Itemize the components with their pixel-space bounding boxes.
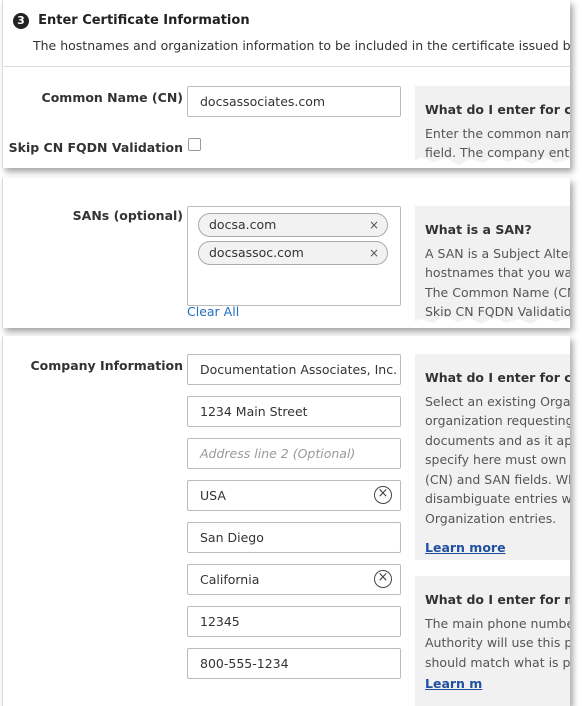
state-value: California xyxy=(200,572,260,587)
torn-edge xyxy=(3,316,570,328)
phone-help: What do I enter for mai The main phone n… xyxy=(415,576,570,706)
remove-san-icon[interactable]: × xyxy=(369,214,379,236)
certificate-info-panel: 3 Enter Certificate Information The host… xyxy=(2,0,570,168)
section-title: Enter Certificate Information xyxy=(38,13,250,28)
san-chip-label: docsa.com xyxy=(209,217,277,232)
help-line: The Common Name (CN xyxy=(425,284,570,300)
learn-more-link[interactable]: Learn more xyxy=(425,538,506,558)
sans-help: What is a SAN? A SAN is a Subject Alter … xyxy=(415,206,570,328)
country-value: USA xyxy=(200,488,226,503)
remove-san-icon[interactable]: × xyxy=(369,242,379,264)
help-title: What do I enter for com xyxy=(425,102,570,117)
section-divider xyxy=(3,66,570,67)
learn-more-link[interactable]: Learn m xyxy=(425,674,482,694)
city-input[interactable]: San Diego xyxy=(187,522,401,553)
torn-edge xyxy=(3,156,570,168)
skip-cn-validation-checkbox[interactable] xyxy=(188,138,201,151)
state-input[interactable]: California × xyxy=(187,564,401,595)
torn-edge xyxy=(3,336,570,347)
san-chip-label: docsassoc.com xyxy=(209,245,304,260)
common-name-label: Common Name (CN) xyxy=(41,90,183,105)
phone-input[interactable]: 800-555-1234 xyxy=(187,648,401,679)
organization-name-input[interactable]: Documentation Associates, Inc. xyxy=(187,354,401,385)
company-info-label: Company Information xyxy=(30,358,183,373)
common-name-input[interactable]: docsassociates.com xyxy=(187,86,401,117)
company-info-help: What do I enter for com Select an existi… xyxy=(415,354,570,560)
help-line: Organization entries. xyxy=(425,510,557,526)
help-line: A SAN is a Subject Alter xyxy=(425,245,570,261)
step-number-badge: 3 xyxy=(13,12,29,29)
help-line: specify here must own xyxy=(425,452,567,467)
sans-label: SANs (optional) xyxy=(72,208,183,223)
san-chip: docsassoc.com × xyxy=(198,241,388,265)
address-line2-input[interactable]: Address line 2 (Optional) xyxy=(187,438,401,469)
help-line: (CN) and SAN fields. Wh xyxy=(425,471,570,487)
help-title: What do I enter for com xyxy=(425,370,570,385)
skip-cn-validation-label: Skip CN FQDN Validation xyxy=(8,140,183,155)
help-line: The main phone numbe xyxy=(425,615,570,631)
help-line: Select an existing Organ xyxy=(425,393,570,409)
help-line: should match what is pu xyxy=(425,654,570,670)
company-info-panel: Company Information Documentation Associ… xyxy=(2,336,570,706)
section-description: The hostnames and organization informati… xyxy=(33,38,570,53)
help-line: disambiguate entries wi xyxy=(425,491,570,506)
clear-state-icon[interactable]: × xyxy=(374,570,392,588)
postal-code-input[interactable]: 12345 xyxy=(187,606,401,637)
clear-country-icon[interactable]: × xyxy=(374,486,392,504)
section-header: 3 Enter Certificate Information xyxy=(13,10,570,29)
san-chip: docsa.com × xyxy=(198,213,388,237)
help-title: What is a SAN? xyxy=(425,222,532,237)
help-line: Authority will use this p xyxy=(425,635,570,650)
help-line: documents and as it app xyxy=(425,432,570,448)
torn-edge xyxy=(3,178,570,189)
sans-panel: SANs (optional) docsa.com × docsassoc.co… xyxy=(2,178,570,328)
country-input[interactable]: USA × xyxy=(187,480,401,511)
help-title: What do I enter for mai xyxy=(425,592,570,607)
sans-input[interactable]: docsa.com × docsassoc.com × xyxy=(187,206,401,306)
address-line1-input[interactable]: 1234 Main Street xyxy=(187,396,401,427)
help-line: organization requesting xyxy=(425,413,570,428)
help-line: Enter the common name xyxy=(425,125,570,141)
help-line: hostnames that you war xyxy=(425,265,570,280)
